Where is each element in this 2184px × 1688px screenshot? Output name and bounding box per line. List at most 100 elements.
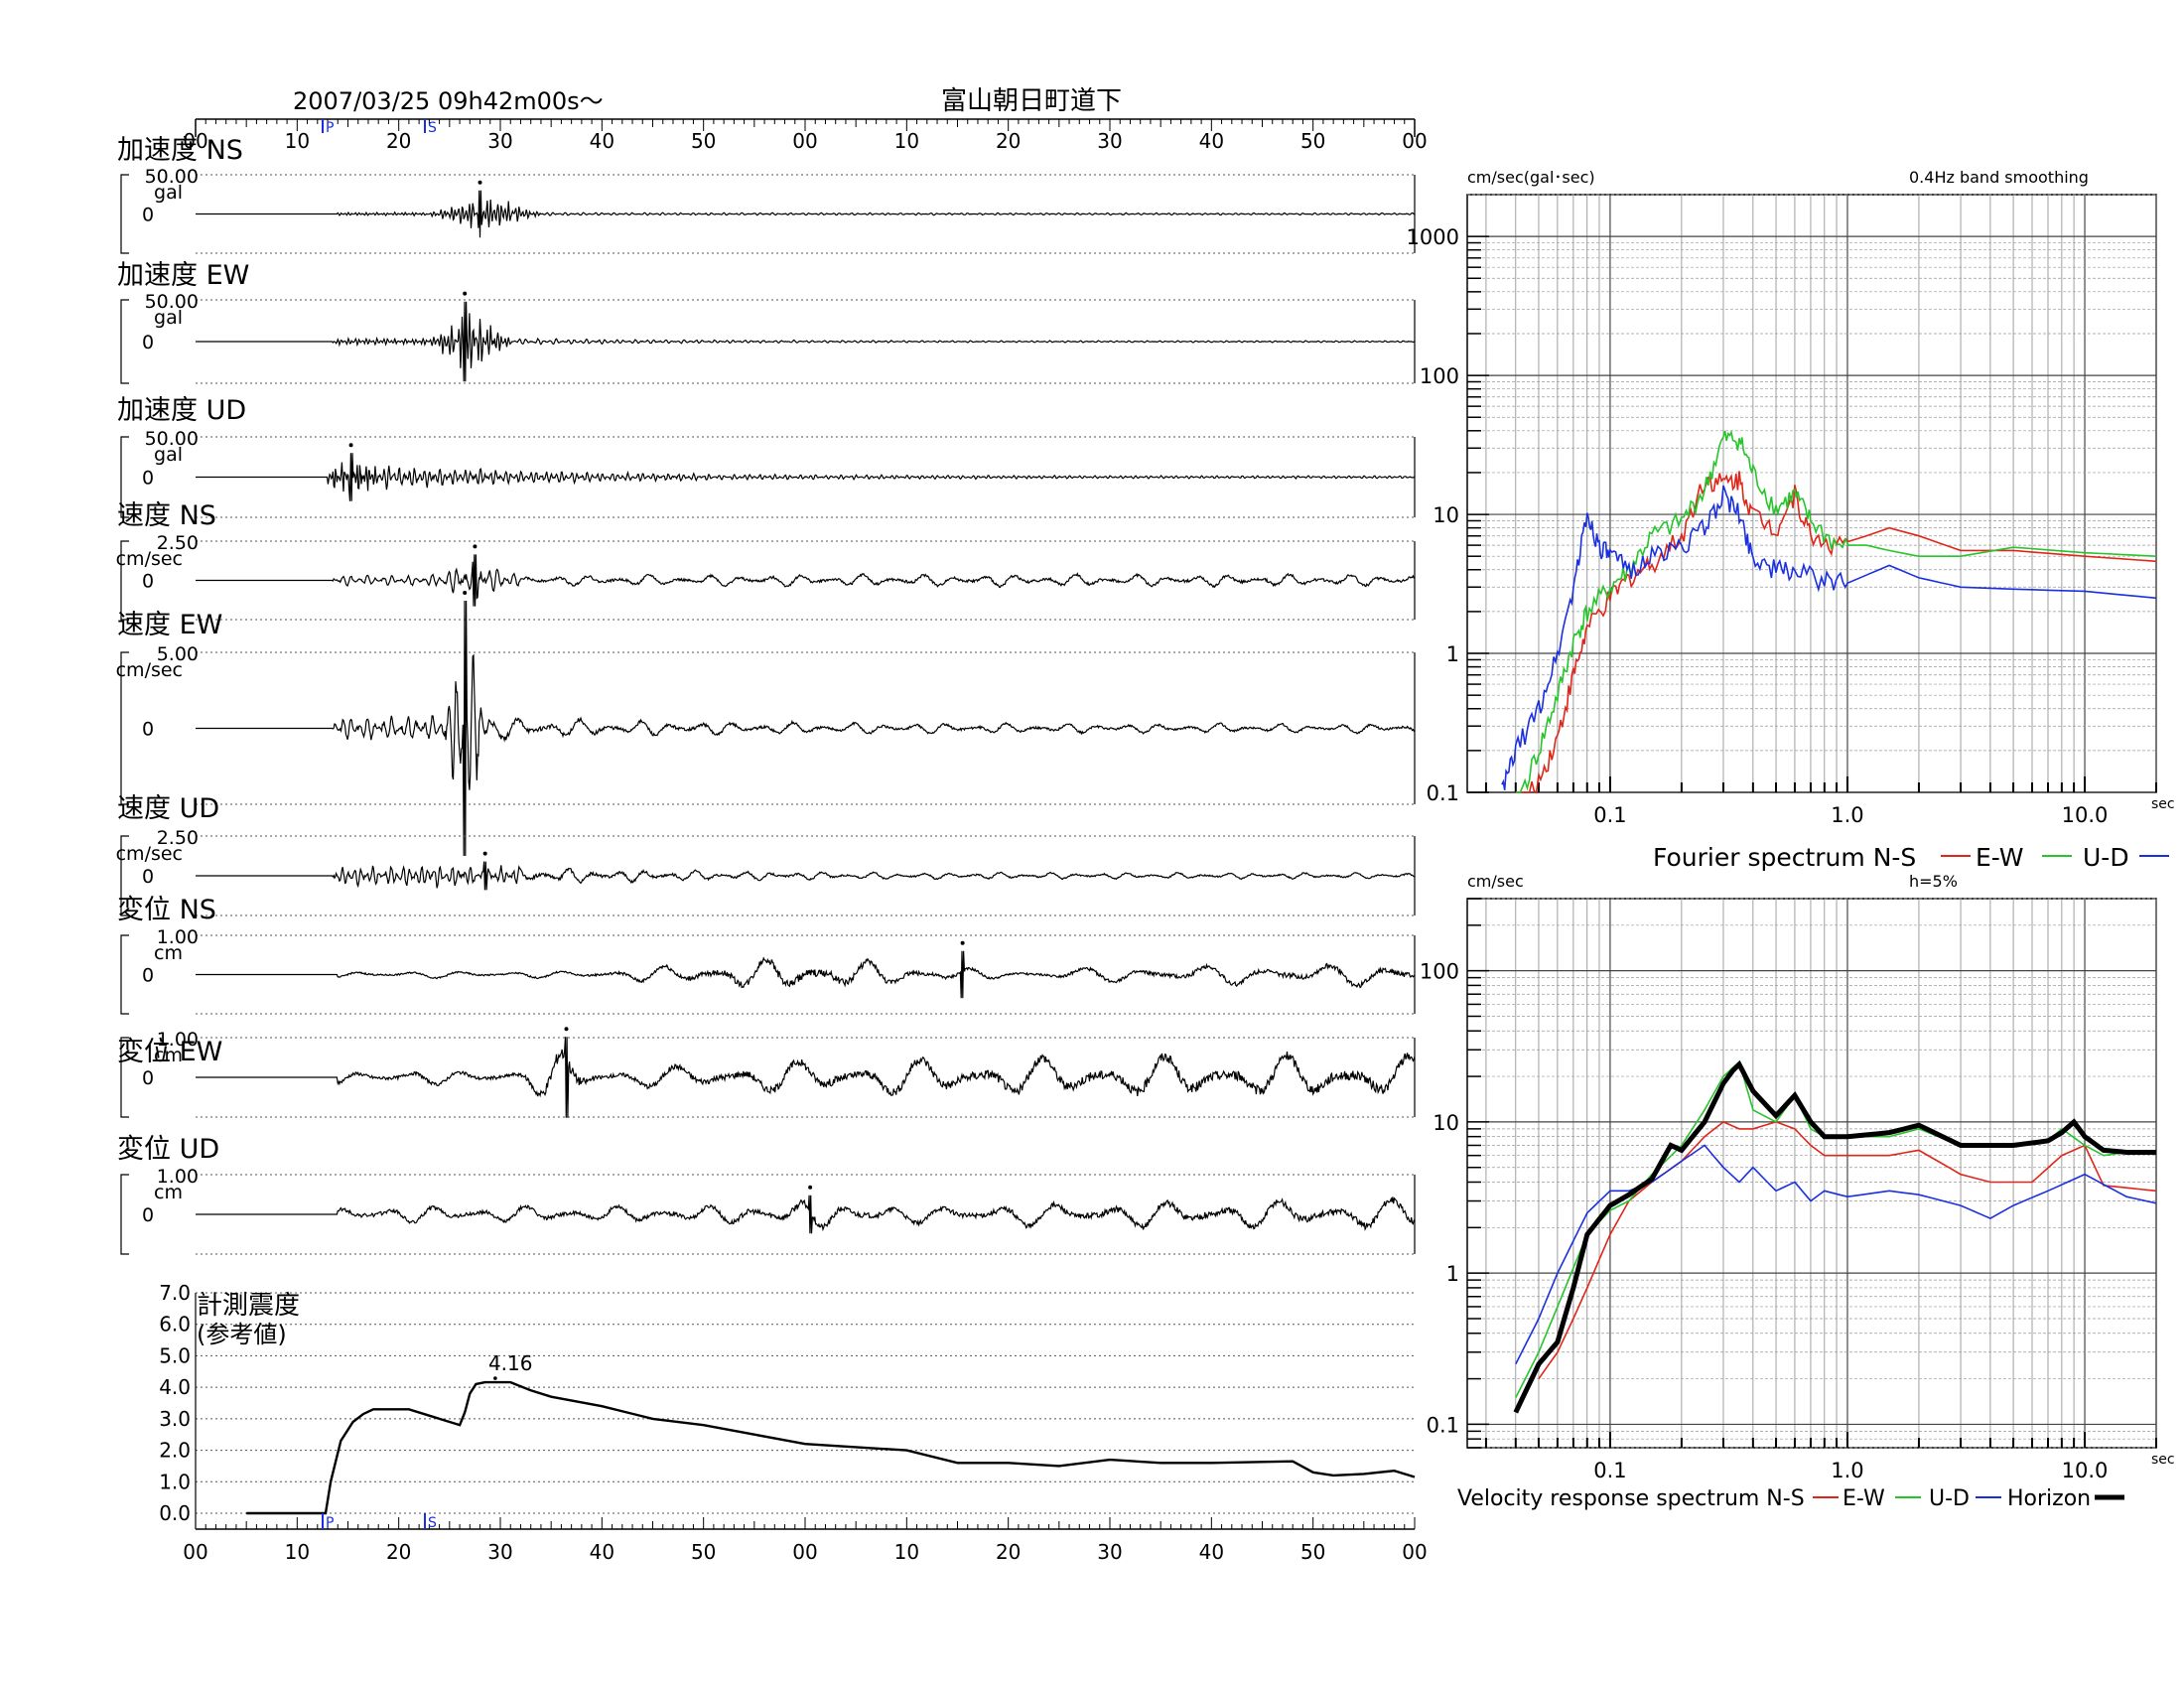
s-wave-marker-bottom: S <box>428 1515 437 1531</box>
spectrum-y-tick-label: 1 <box>1446 642 1459 666</box>
spectrum-x-tick-label: 1.0 <box>1831 1459 1863 1482</box>
spectrum-subtitle: h=5% <box>1909 872 1958 891</box>
spectrum-unit-label: cm/sec <box>1467 872 1524 891</box>
trace-unit: cm <box>154 1182 183 1203</box>
legend-label-ud: U-D <box>2083 843 2129 872</box>
fourier-legend: Fourier spectrum N-S E-W U-D <box>1653 843 2169 872</box>
time-label-bottom: 00 <box>183 1540 207 1564</box>
spectrum-y-tick-label: 10 <box>1433 1111 1459 1135</box>
trace-waveform <box>196 453 1416 501</box>
time-label-bottom: 20 <box>996 1540 1021 1564</box>
spectrum-line <box>1513 1059 2156 1414</box>
spectrum-y-tick-label: 0.1 <box>1427 1413 1459 1437</box>
intensity-tick-label: 3.0 <box>159 1407 191 1431</box>
trace-panel: 速度 EW5.00cm/sec0 <box>116 590 1416 857</box>
spectrum-series-n-s <box>1515 471 2157 794</box>
time-axis-top: 00 10 20 30 40 50 00 10 20 30 40 50 00 P S <box>183 118 1428 153</box>
time-label-bottom: 10 <box>285 1540 310 1564</box>
spectrum-x-tick-label: 0.1 <box>1593 1459 1626 1482</box>
trace-peak-marker <box>808 1185 813 1190</box>
spectrum-line <box>1515 471 2157 794</box>
trace-peak-marker <box>463 291 468 296</box>
trace-waveform <box>196 190 1416 238</box>
spectrum-x-tick-label: 0.1 <box>1593 803 1626 827</box>
trace-title: 速度 NS <box>117 500 216 531</box>
spectrum-frame <box>1466 898 2157 1449</box>
spectrum-y-tick-label: 100 <box>1420 960 1459 984</box>
trace-zero-label: 0 <box>142 719 154 741</box>
intensity-tick-label: 2.0 <box>159 1439 191 1463</box>
time-label-top: 00 <box>1402 129 1427 153</box>
trace-peak-marker <box>348 443 353 448</box>
trace-bracket <box>120 1174 129 1255</box>
trace-waveform <box>196 301 1416 382</box>
spectrum-line <box>1501 485 2157 790</box>
intensity-tick-label: 7.0 <box>159 1281 191 1305</box>
time-label-bottom: 50 <box>691 1540 716 1564</box>
intensity-tick-label: 6.0 <box>159 1313 191 1336</box>
time-label-bottom: 40 <box>1199 1540 1224 1564</box>
trace-panel: 加速度 UD50.00gal0 <box>117 395 1416 518</box>
spectrum-x-tick-label: 1.0 <box>1831 803 1863 827</box>
trace-panel: 変位 NS1.00cm0 <box>117 895 1416 1015</box>
trace-zero-label: 0 <box>142 205 154 226</box>
time-label-top: 50 <box>1300 129 1325 153</box>
trace-unit: cm/sec <box>116 843 183 865</box>
record-datetime: 2007/03/25 09h42m00s〜 <box>293 87 604 115</box>
spectrum-x-unit: sec <box>2151 796 2175 812</box>
trace-peak-marker <box>463 590 468 595</box>
time-label-bottom: 00 <box>1402 1540 1427 1564</box>
trace-title: 速度 EW <box>117 610 222 640</box>
spectrum-series-e-w <box>1515 1059 2156 1398</box>
trace-waveform <box>196 861 1416 891</box>
intensity-title: 計測震度 <box>197 1291 300 1321</box>
station-name: 富山朝日町道下 <box>941 86 1122 116</box>
trace-waveform <box>196 554 1415 607</box>
p-wave-marker: P <box>326 120 334 136</box>
trace-bracket <box>120 299 129 384</box>
spectrum-x-tick-label: 10.0 <box>2062 1459 2109 1482</box>
trace-unit: gal <box>154 182 183 204</box>
trace-waveform <box>196 1195 1416 1234</box>
time-label-top: 30 <box>487 129 512 153</box>
spectrum-line <box>1515 1059 2156 1398</box>
spectrum-y-tick-label: 100 <box>1420 364 1459 388</box>
spectrum-frame <box>1466 194 2157 793</box>
trace-bracket <box>120 934 129 1015</box>
intensity-curve <box>246 1380 1416 1515</box>
trace-zero-label: 0 <box>142 571 154 593</box>
legend-label-ew: E-W <box>1976 843 2024 872</box>
trace-peak-marker <box>482 851 487 856</box>
trace-waveform <box>196 950 1416 999</box>
spectrum-y-tick-label: 1 <box>1446 1262 1459 1286</box>
time-axis-bottom: 00 10 20 30 40 50 00 10 20 30 40 50 00 P S <box>183 1513 1428 1564</box>
intensity-peak-label: 4.16 <box>488 1351 533 1375</box>
intensity-tick-label: 5.0 <box>159 1343 191 1367</box>
spectrum-y-tick-label: 1000 <box>1407 225 1459 249</box>
trace-panel: 速度 NS2.50cm/sec0 <box>116 500 1416 621</box>
time-label-bottom: 20 <box>386 1540 411 1564</box>
intensity-tick-label: 4.0 <box>159 1375 191 1399</box>
trace-bracket <box>120 174 129 254</box>
trace-title: 加速度 NS <box>117 135 243 166</box>
response-legend: Velocity response spectrum N-S E-W U-D H… <box>1457 1486 2124 1511</box>
spectrum-subtitle: 0.4Hz band smoothing <box>1909 168 2089 187</box>
trace-peak-marker <box>473 544 478 549</box>
trace-peak-marker <box>564 1027 569 1032</box>
spectrum-unit-label: cm/sec(gal･sec) <box>1467 168 1595 187</box>
time-label-bottom: 10 <box>894 1540 919 1564</box>
time-label-bottom: 40 <box>590 1540 614 1564</box>
time-label-top: 20 <box>996 129 1021 153</box>
trace-unit: gal <box>154 444 183 466</box>
trace-panels: 加速度 NS50.00gal0加速度 EW50.00gal0加速度 UD50.0… <box>116 135 1416 1255</box>
intensity-tick-label: 0.0 <box>159 1501 191 1525</box>
trace-unit: cm <box>154 942 183 964</box>
trace-peak-marker <box>960 940 965 945</box>
spectrum-series-horizon <box>1513 1059 2156 1414</box>
trace-unit: gal <box>154 307 183 329</box>
s-wave-marker: S <box>428 120 437 136</box>
velocity-response-chart: 0.1 1.0 10.0 sec 100 10 1 0.1 cm/sec h=5% <box>1420 872 2175 1482</box>
time-label-top: 40 <box>1199 129 1224 153</box>
trace-zero-label: 0 <box>142 468 154 490</box>
response-caption: Velocity response spectrum N-S <box>1457 1486 1805 1511</box>
